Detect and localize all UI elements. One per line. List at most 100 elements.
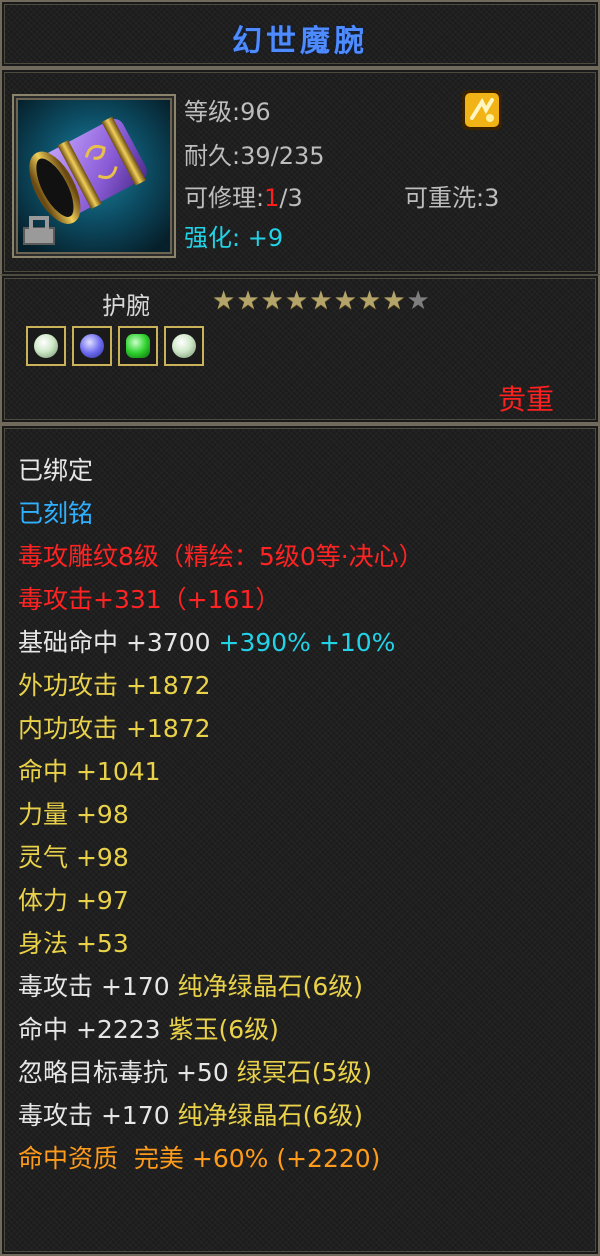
quality-bonus: (+2220) (276, 1144, 381, 1173)
gem-attr-value: +170 (100, 1101, 170, 1130)
strength-line: 力量 +98 (18, 800, 129, 830)
gem-attr-label: 忽略目标毒抗 (18, 1058, 169, 1087)
spirit-value: +98 (75, 843, 129, 872)
outer-attack-value: +1872 (125, 671, 211, 700)
gem-name: 纯净绿晶石(6级) (177, 972, 364, 1001)
gem-name: 紫玉(6级) (168, 1015, 279, 1044)
blue-purple-gem-icon (80, 334, 104, 358)
strength-label: 力量 (18, 800, 69, 829)
outer-attack-label: 外功攻击 (18, 671, 119, 700)
star-empty-icon: ★ (406, 286, 430, 316)
green-gem-icon (126, 334, 150, 358)
hit-value: +1041 (75, 757, 161, 786)
repair-line: 可修理:1/3 (184, 184, 303, 212)
gem-attr-label: 毒攻击 (18, 972, 94, 1001)
quality-pct: +60% (191, 1144, 269, 1173)
bound-status: 已绑定 (18, 456, 94, 485)
star-icon: ★ (236, 286, 260, 316)
attributes-panel: 已绑定 已刻铭 毒攻雕纹8级（精绘：5级0等·决心） 毒攻击+331（+161）… (0, 424, 600, 1256)
repair-max: /3 (279, 184, 303, 212)
gem-attr-value: +50 (175, 1058, 229, 1087)
gem-slot[interactable] (164, 326, 204, 366)
rewash-line: 可重洗:3 (404, 184, 500, 212)
golden-rune-icon (462, 90, 502, 130)
bind-lock-icon (23, 216, 55, 245)
hit-line: 命中 +1041 (18, 757, 161, 787)
spirit-line: 灵气 +98 (18, 843, 129, 873)
inner-attack-value: +1872 (125, 714, 211, 743)
stamina-line: 体力 +97 (18, 886, 129, 916)
star-icon: ★ (333, 286, 357, 316)
base-hit-value: +3700 (125, 628, 211, 657)
poison-attack-bonus: +161） (186, 585, 281, 614)
enhance-label: 强化 (184, 224, 232, 252)
pale-green-gem-icon (172, 334, 196, 358)
inner-attack-label: 内功攻击 (18, 714, 119, 743)
spirit-label: 灵气 (18, 843, 69, 872)
quality-line: 命中资质 完美 +60% (+2220) (18, 1144, 380, 1174)
star-rating: ★ ★ ★ ★ ★ ★ ★ ★ ★ (212, 288, 430, 314)
stamina-value: +97 (75, 886, 129, 915)
durability-line: 耐久:39/235 (184, 142, 325, 170)
star-icon: ★ (357, 286, 382, 316)
star-icon: ★ (212, 286, 236, 316)
engraved-status: 已刻铭 (18, 499, 94, 528)
gem-slot[interactable] (72, 326, 112, 366)
bracer-panel: 护腕 ★ ★ ★ ★ ★ ★ ★ ★ ★ 贵重 (0, 274, 600, 424)
gem-attr-line: 命中 +2223 紫玉(6级) (18, 1015, 279, 1045)
gem-attr-line: 毒攻击 +170 纯净绿晶石(6级) (18, 972, 363, 1002)
star-icon: ★ (260, 286, 284, 316)
star-icon: ★ (382, 286, 406, 316)
carving-detail: 精绘：5级0等·决心） (183, 542, 424, 571)
gem-slots (26, 326, 204, 366)
carving-name: 毒攻雕纹8级（ (18, 542, 184, 571)
level-value: 96 (240, 98, 271, 126)
rarity-label: 贵重 (497, 383, 554, 416)
poison-attack-value: 毒攻击+331（ (18, 585, 187, 614)
outer-attack-line: 外功攻击 +1872 (18, 671, 211, 701)
enhance-line: 强化: +9 (184, 224, 284, 252)
gem-attr-label: 毒攻击 (18, 1101, 94, 1130)
item-title: 幻世魔腕 (232, 24, 368, 59)
star-icon: ★ (309, 286, 333, 316)
durability-label: 耐久 (184, 142, 232, 170)
pale-green-gem-icon (34, 334, 58, 358)
inner-attack-line: 内功攻击 +1872 (18, 714, 211, 744)
rewash-value: 3 (484, 184, 500, 212)
star-icon: ★ (284, 286, 309, 316)
agility-value: +53 (75, 929, 129, 958)
level-line: 等级:96 (184, 98, 271, 126)
repair-label: 可修理 (184, 184, 256, 212)
gem-attr-value: +170 (100, 972, 170, 1001)
base-hit-pct2: +10% (318, 628, 396, 657)
gem-name: 绿冥石(5级) (236, 1058, 373, 1087)
quality-grade: 完美 (133, 1144, 184, 1173)
poison-attack-line: 毒攻击+331（+161） (18, 585, 280, 615)
item-info-panel: 等级:96 耐久:39/235 可修理:1/3 可重洗:3 强化: +9 (0, 68, 600, 276)
enhance-value: +9 (247, 224, 284, 252)
hit-label: 命中 (18, 757, 69, 786)
gem-attr-line: 忽略目标毒抗 +50 绿冥石(5级) (18, 1058, 372, 1088)
base-hit-line: 基础命中 +3700 +390% +10% (18, 628, 395, 658)
quality-label: 命中资质 (18, 1144, 119, 1173)
gem-attr-label: 命中 (18, 1015, 69, 1044)
repair-current: 1 (264, 184, 280, 212)
level-label: 等级 (184, 98, 232, 126)
agility-label: 身法 (18, 929, 69, 958)
title-bar: 幻世魔腕 (0, 0, 600, 68)
base-hit-label: 基础命中 (18, 628, 119, 657)
durability-value: 39/235 (240, 142, 325, 170)
gem-slot[interactable] (118, 326, 158, 366)
agility-line: 身法 +53 (18, 929, 129, 959)
item-type-label: 护腕 (102, 292, 150, 320)
gem-name: 纯净绿晶石(6级) (177, 1101, 364, 1130)
strength-value: +98 (75, 800, 129, 829)
rewash-label: 可重洗 (404, 184, 476, 212)
gem-attr-line: 毒攻击 +170 纯净绿晶石(6级) (18, 1101, 363, 1131)
gem-slot[interactable] (26, 326, 66, 366)
base-hit-pct1: +390% (218, 628, 311, 657)
gem-attr-value: +2223 (75, 1015, 161, 1044)
carving-line: 毒攻雕纹8级（精绘：5级0等·决心） (18, 542, 424, 572)
item-icon-frame (12, 94, 176, 258)
stamina-label: 体力 (18, 886, 69, 915)
